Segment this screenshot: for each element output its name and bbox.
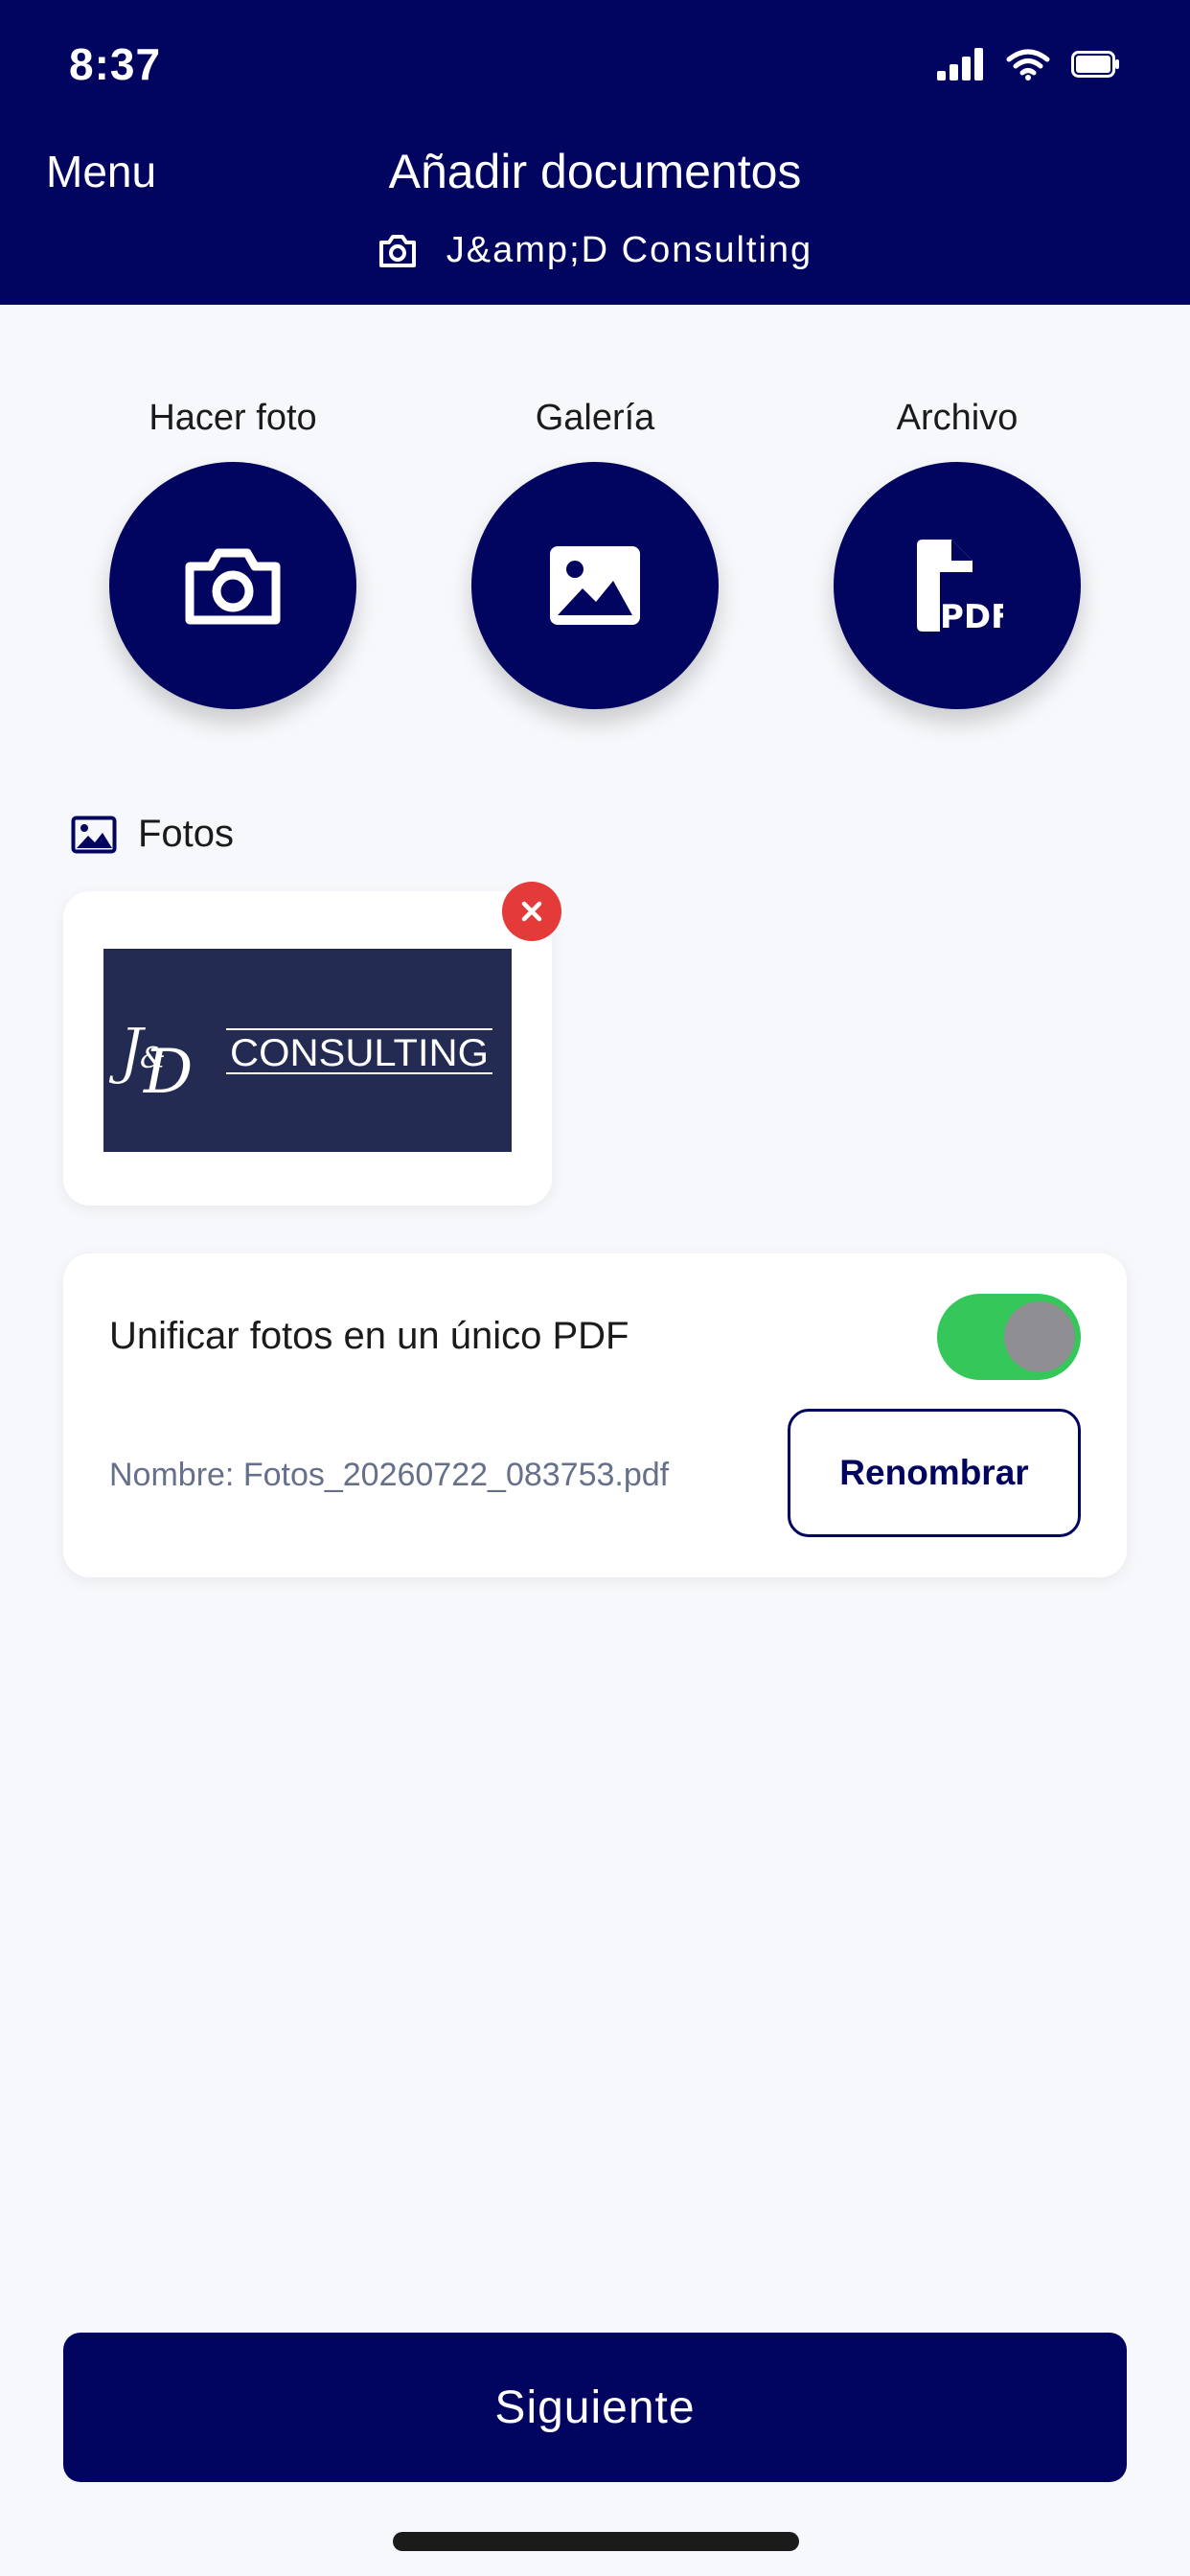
- status-icons: [937, 48, 1121, 80]
- toggle-knob: [1004, 1301, 1075, 1372]
- company-logo: J D & CONSULTING: [108, 1016, 492, 1108]
- gallery-action[interactable]: Galería: [451, 391, 739, 709]
- image-icon: [550, 546, 640, 625]
- pdf-filename: Nombre: Fotos_20260722_083753.pdf: [109, 1457, 670, 1493]
- take-photo-label: Hacer foto: [149, 398, 317, 438]
- photos-section-title: Fotos: [71, 813, 234, 856]
- battery-icon: [1071, 51, 1119, 78]
- file-label: Archivo: [896, 398, 1018, 438]
- header-subtitle: J&amp;D Consulting: [0, 230, 1190, 271]
- gallery-label: Galería: [535, 398, 655, 438]
- home-indicator: [393, 2532, 799, 2551]
- svg-text:&: &: [140, 1042, 166, 1075]
- company-name: J&amp;D Consulting: [446, 230, 813, 270]
- merge-pdf-label: Unificar fotos en un único PDF: [109, 1315, 629, 1357]
- photos-title: Fotos: [138, 813, 235, 855]
- merge-pdf-card: Unificar fotos en un único PDF Nombre: F…: [63, 1254, 1127, 1577]
- rename-button[interactable]: Renombrar: [788, 1409, 1081, 1537]
- signal-icon: [937, 48, 983, 80]
- merge-pdf-toggle[interactable]: [937, 1294, 1081, 1380]
- next-button[interactable]: Siguiente: [63, 2333, 1127, 2482]
- file-button[interactable]: PDF: [834, 462, 1081, 709]
- remove-photo-button[interactable]: [502, 882, 561, 941]
- svg-text:PDF: PDF: [940, 598, 1003, 633]
- camera-icon: [378, 234, 416, 267]
- camera-icon: [185, 548, 281, 625]
- photo-card[interactable]: J D & CONSULTING: [63, 891, 552, 1206]
- image-icon: [71, 816, 117, 853]
- gallery-button[interactable]: [471, 462, 719, 709]
- close-icon: [521, 901, 542, 922]
- file-action[interactable]: Archivo PDF: [813, 391, 1101, 709]
- take-photo-button[interactable]: [109, 462, 356, 709]
- header: 8:37 Menu Añadir documentos J&amp;D Cons…: [0, 0, 1190, 305]
- photo-thumbnail[interactable]: J D & CONSULTING: [103, 949, 512, 1152]
- take-photo-action[interactable]: Hacer foto: [89, 391, 377, 709]
- wifi-icon: [1006, 49, 1050, 80]
- page-title: Añadir documentos: [388, 145, 802, 198]
- svg-text:CONSULTING: CONSULTING: [230, 1032, 489, 1074]
- pdf-file-icon: PDF: [917, 540, 1003, 633]
- status-time: 8:37: [69, 39, 162, 89]
